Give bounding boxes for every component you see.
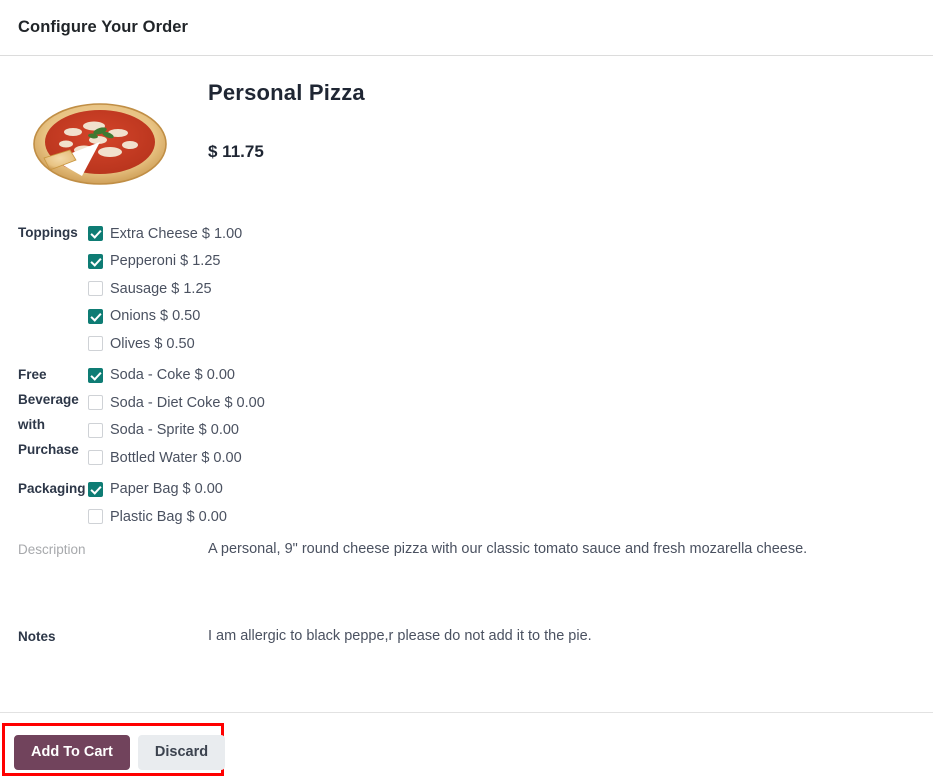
description-value: A personal, 9" round cheese pizza with o…: [208, 540, 808, 557]
checkbox-label: Soda - Sprite $ 0.00: [110, 422, 239, 439]
checkbox-unchecked-icon[interactable]: [88, 509, 103, 525]
checkbox-label: Olives $ 0.50: [110, 335, 195, 352]
checkbox-item[interactable]: Soda - Coke $ 0.00: [88, 362, 915, 390]
field-row-beverage: Free Beverage with Purchase Soda - Coke …: [18, 362, 915, 472]
checkbox-label: Sausage $ 1.25: [110, 280, 212, 297]
checkbox-label: Pepperoni $ 1.25: [110, 253, 221, 270]
add-to-cart-button[interactable]: Add To Cart: [14, 735, 130, 770]
checkbox-unchecked-icon[interactable]: [88, 422, 103, 438]
field-row-packaging: Packaging Paper Bag $ 0.00 Plastic Bag $…: [18, 476, 915, 531]
product-price: $ 11.75: [208, 142, 264, 161]
checkbox-checked-icon[interactable]: [88, 226, 103, 242]
checkbox-item[interactable]: Bottled Water $ 0.00: [88, 444, 915, 472]
field-label-notes: Notes: [18, 628, 56, 644]
pizza-photo: [33, 103, 167, 185]
checkbox-item[interactable]: Paper Bag $ 0.00: [88, 476, 915, 504]
checkbox-unchecked-icon[interactable]: [88, 336, 103, 352]
product-name: Personal Pizza: [208, 80, 365, 105]
checkbox-checked-icon[interactable]: [88, 253, 103, 269]
checkbox-item[interactable]: Onions $ 0.50: [88, 303, 915, 331]
checkbox-item[interactable]: Plastic Bag $ 0.00: [88, 503, 915, 531]
checkbox-group-beverage: Soda - Coke $ 0.00 Soda - Diet Coke $ 0.…: [88, 362, 915, 472]
checkbox-group-packaging: Paper Bag $ 0.00 Plastic Bag $ 0.00: [88, 476, 915, 531]
dialog-footer: Add To Cart Discard: [0, 712, 933, 784]
checkbox-item[interactable]: Pepperoni $ 1.25: [88, 248, 915, 276]
dialog-body: Personal Pizza $ 11.75 Toppings Extra Ch…: [0, 56, 933, 712]
checkbox-label: Bottled Water $ 0.00: [110, 449, 242, 466]
field-label-toppings: Toppings: [18, 225, 78, 240]
field-label-packaging: Packaging: [18, 480, 86, 496]
checkbox-unchecked-icon[interactable]: [88, 450, 103, 466]
checkbox-checked-icon[interactable]: [88, 367, 103, 383]
footer-button-group: Add To Cart Discard: [14, 735, 226, 770]
checkbox-label: Soda - Diet Coke $ 0.00: [110, 394, 265, 411]
checkbox-item[interactable]: Soda - Sprite $ 0.00: [88, 417, 915, 445]
checkbox-checked-icon[interactable]: [88, 308, 103, 324]
checkbox-label: Onions $ 0.50: [110, 308, 201, 325]
checkbox-item[interactable]: Extra Cheese $ 1.00: [88, 220, 915, 248]
checkbox-label: Extra Cheese $ 1.00: [110, 225, 243, 242]
checkbox-item[interactable]: Olives $ 0.50: [88, 330, 915, 358]
field-label-beverage: Free Beverage with Purchase: [18, 366, 79, 457]
checkbox-unchecked-icon[interactable]: [88, 395, 103, 411]
field-row-notes: Notes I am allergic to black peppe,r ple…: [18, 624, 915, 649]
discard-button[interactable]: Discard: [137, 735, 226, 770]
checkbox-checked-icon[interactable]: [88, 481, 103, 497]
product-summary: Personal Pizza $ 11.75: [18, 56, 915, 192]
checkbox-label: Soda - Coke $ 0.00: [110, 367, 235, 384]
description-value-wrapper: A personal, 9" round cheese pizza with o…: [208, 537, 915, 562]
dialog-header: Configure Your Order: [0, 0, 933, 56]
checkbox-unchecked-icon[interactable]: [88, 281, 103, 297]
field-row-description: Description A personal, 9" round cheese …: [18, 537, 915, 562]
checkbox-group-toppings: Extra Cheese $ 1.00 Pepperoni $ 1.25 Sau…: [88, 220, 915, 358]
field-label-description: Description: [18, 541, 86, 557]
product-info: Personal Pizza $ 11.75: [208, 70, 915, 192]
checkbox-item[interactable]: Soda - Diet Coke $ 0.00: [88, 389, 915, 417]
page-title: Configure Your Order: [18, 18, 189, 36]
options-area: Toppings Extra Cheese $ 1.00 Pepperoni $…: [18, 220, 915, 649]
notes-value[interactable]: I am allergic to black peppe,r please do…: [208, 624, 915, 649]
field-row-toppings: Toppings Extra Cheese $ 1.00 Pepperoni $…: [18, 220, 915, 358]
checkbox-label: Paper Bag $ 0.00: [110, 481, 223, 498]
checkbox-item[interactable]: Sausage $ 1.25: [88, 275, 915, 303]
product-image-cell: [18, 70, 208, 192]
checkbox-label: Plastic Bag $ 0.00: [110, 508, 227, 525]
notes-value-wrapper[interactable]: I am allergic to black peppe,r please do…: [208, 624, 915, 649]
